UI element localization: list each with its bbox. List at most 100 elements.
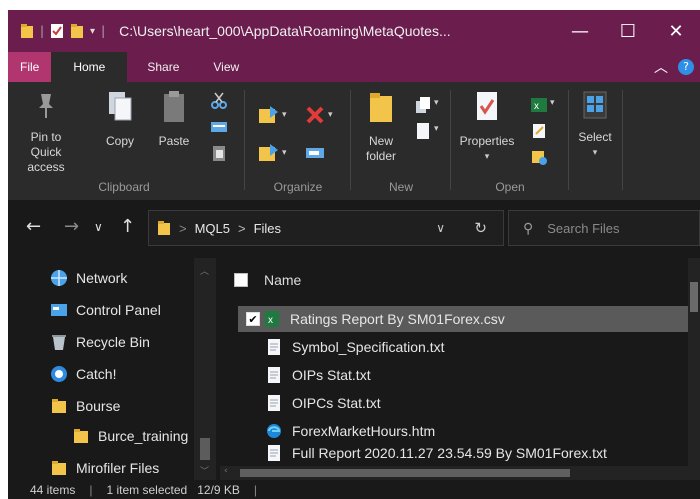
new-item-dropdown-icon[interactable]: ▾ [434,98,439,108]
file-list-horizontal-scrollbar[interactable]: ‹ [220,466,688,480]
collapse-ribbon-icon[interactable]: ︿ [654,57,668,77]
customize-toolbar-icon[interactable]: ▾ [90,26,95,37]
file-name: OIPs Stat.txt [292,367,371,383]
horizontal-scroll-thumb[interactable] [240,469,570,477]
tab-view[interactable]: View [199,52,253,82]
copy-path-icon[interactable] [210,118,228,136]
sidebar-item-label: Control Panel [76,302,161,318]
refresh-icon[interactable]: ↻ [474,219,487,237]
rename-icon[interactable] [304,142,326,164]
edit-icon[interactable] [530,122,548,140]
column-header-name[interactable]: Name [234,268,301,292]
copy-to-dropdown-icon[interactable]: ▾ [282,148,287,158]
search-input[interactable]: Search Files [547,221,619,236]
recycle-bin-icon [52,335,66,350]
paste-label: Paste [158,134,190,148]
properties-dropdown-icon[interactable]: ▾ [454,149,520,164]
navigation-pane: Network Control Panel Recycle Bin Catch!… [8,258,216,480]
sidebar-item-catch[interactable]: Catch! [50,362,116,386]
scroll-left-icon[interactable]: ‹ [224,466,228,476]
breadcrumb-mql5[interactable]: MQL5 [195,221,230,236]
open-dropdown-icon[interactable]: ▾ [550,98,555,108]
paste-button[interactable]: Paste [154,90,194,149]
group-divider [622,90,623,190]
file-row-oips-stat[interactable]: OIPs Stat.txt [266,362,700,388]
group-divider [244,90,245,190]
ribbon-tabs: File Home Share View ︿ ? [8,52,700,82]
help-icon[interactable]: ? [678,59,694,75]
delete-dropdown-icon[interactable]: ▾ [328,110,333,120]
move-to-icon[interactable] [258,104,280,126]
sidebar-item-recycle-bin[interactable]: Recycle Bin [50,330,150,354]
breadcrumb-files[interactable]: Files [254,221,281,236]
search-box[interactable]: ⚲ Search Files [508,210,700,246]
paste-shortcut-icon[interactable] [210,144,228,162]
new-folder-button[interactable]: New folder [358,90,404,164]
delete-icon[interactable] [304,104,326,126]
properties-button[interactable]: Properties ▾ [454,90,520,164]
open-excel-icon[interactable]: x [530,96,548,114]
window-controls: — ☐ ✕ [556,10,700,52]
open-group-label: Open [495,180,525,194]
file-row-forex-market-hours[interactable]: ForexMarketHours.htm [266,418,700,444]
new-item-icon[interactable] [414,96,432,114]
file-row-ratings-report[interactable]: ✔ x Ratings Report By SM01Forex.csv [238,306,690,332]
file-row-symbol-specification[interactable]: Symbol_Specification.txt [266,334,700,360]
scroll-down-icon[interactable]: ﹀ [200,464,209,477]
row-checkbox[interactable]: ✔ [246,312,260,326]
tab-home[interactable]: Home [51,52,128,82]
group-divider [568,90,569,190]
new-group-label: New [388,180,413,194]
file-list-vertical-scrollbar[interactable] [688,258,700,480]
tab-share[interactable]: Share [127,52,199,82]
sidebar-item-burce-training[interactable]: Burce_training [72,424,188,448]
recent-locations-button[interactable]: ∨ [94,220,103,234]
properties-label: Properties [459,134,515,148]
nav-scroll-thumb[interactable] [200,438,210,460]
copy-to-icon[interactable] [258,142,280,164]
sidebar-item-control-panel[interactable]: Control Panel [50,298,161,322]
file-row-full-report[interactable]: Full Report 2020.11.27 23.54.59 By SM01F… [266,444,700,462]
up-button[interactable]: ↑ [120,216,135,237]
folder-icon [74,429,88,443]
new-folder-icon[interactable] [70,23,84,39]
sidebar-item-network[interactable]: Network [50,266,127,290]
clipboard-group-label: Clipboard [98,180,150,194]
cut-icon[interactable] [210,92,228,110]
sidebar-item-label: Catch! [76,366,117,382]
status-size: 12/9 KB [197,482,240,497]
folder-icon [21,24,33,38]
vertical-scroll-thumb[interactable] [690,282,698,312]
easy-access-dropdown-icon[interactable]: ▾ [434,124,439,134]
address-dropdown-icon[interactable]: ∨ [436,221,445,235]
forward-button[interactable]: → [64,216,79,237]
move-to-dropdown-icon[interactable]: ▾ [282,110,287,120]
maximize-button[interactable]: ☐ [604,10,652,52]
sidebar-item-mirofiler-files[interactable]: Mirofiler Files [50,456,159,480]
tab-file[interactable]: File [8,52,52,82]
scroll-up-icon[interactable]: ︿ [200,264,209,277]
back-button[interactable]: ← [26,216,41,237]
select-dropdown-icon[interactable]: ▾ [572,145,618,160]
sidebar-item-bourse[interactable]: Bourse [50,394,120,418]
copy-button[interactable]: Copy [100,90,140,149]
select-button[interactable]: Select ▾ [572,90,618,160]
easy-access-icon[interactable] [414,122,432,140]
file-row-oipcs-stat[interactable]: OIPCs Stat.txt [266,390,700,416]
close-button[interactable]: ✕ [652,10,700,52]
sidebar-item-label: Burce_training [98,428,189,444]
nav-scrollbar[interactable]: ︿ ﹀ [194,258,216,480]
sidebar-item-label: Network [76,270,128,286]
pin-to-quick-access-button[interactable]: Pin to Quick access [16,90,76,175]
properties-icon[interactable] [50,23,64,39]
control-panel-icon [51,304,67,316]
address-bar[interactable]: > MQL5 > Files ∨ ↻ [148,210,504,246]
ribbon: Pin to Quick access Copy Paste Clipboard… [8,82,700,200]
sidebar-item-label: Bourse [76,398,121,414]
status-item-count: 44 items [30,482,76,497]
status-divider: | [89,482,93,497]
minimize-button[interactable]: — [556,10,604,52]
history-icon[interactable] [530,148,548,166]
select-all-checkbox[interactable] [234,273,248,287]
catch-icon [51,366,67,382]
